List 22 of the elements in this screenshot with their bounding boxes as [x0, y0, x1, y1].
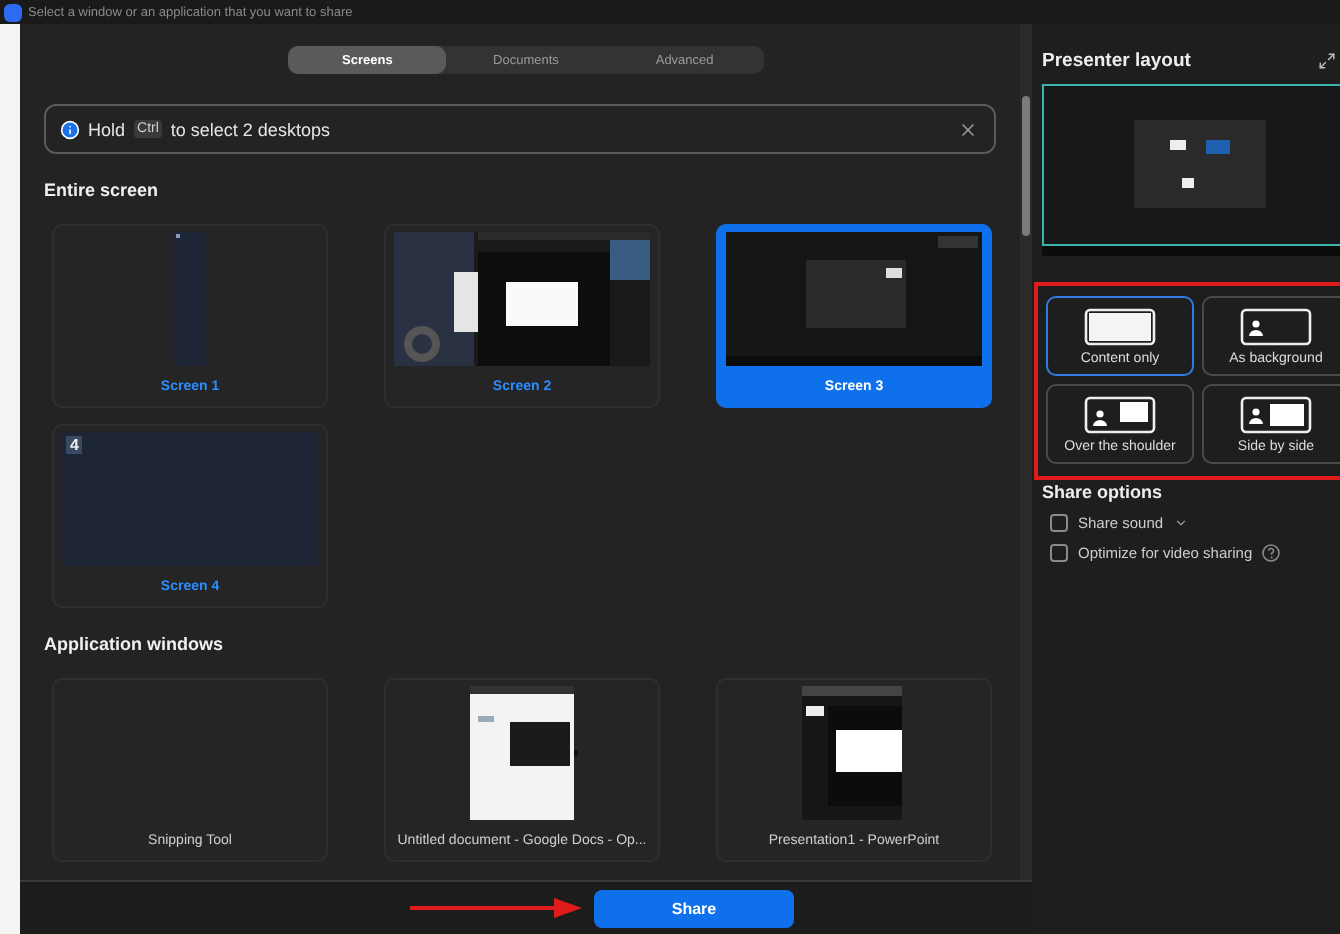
layout-icon: [1084, 307, 1156, 345]
section-heading: Share options: [1042, 482, 1165, 502]
layout-icon: [1240, 395, 1312, 433]
layout-icon: [1240, 307, 1312, 345]
share-button[interactable]: Share: [594, 889, 794, 927]
section-heading: Entire screen: [44, 180, 161, 200]
arrow-icon: [410, 898, 582, 918]
notice-text: Hold: [88, 119, 126, 139]
layout-icon: [1084, 395, 1156, 433]
screen-number: 4: [66, 436, 83, 454]
scrollbar[interactable]: [1020, 24, 1032, 880]
info-icon: [60, 119, 80, 139]
checkbox[interactable]: [1050, 514, 1068, 532]
checkbox[interactable]: [1050, 544, 1068, 562]
app-logo-icon: [4, 3, 22, 21]
expand-icon[interactable]: [1318, 52, 1336, 70]
chevron-icon[interactable]: [1173, 516, 1188, 530]
section-heading: Application windows: [44, 634, 225, 654]
help-icon[interactable]: [1262, 544, 1281, 562]
close-icon[interactable]: [958, 119, 978, 139]
notice-text: to select 2 desktops: [170, 119, 330, 139]
panel-title: Presenter layout: [1042, 50, 1191, 72]
